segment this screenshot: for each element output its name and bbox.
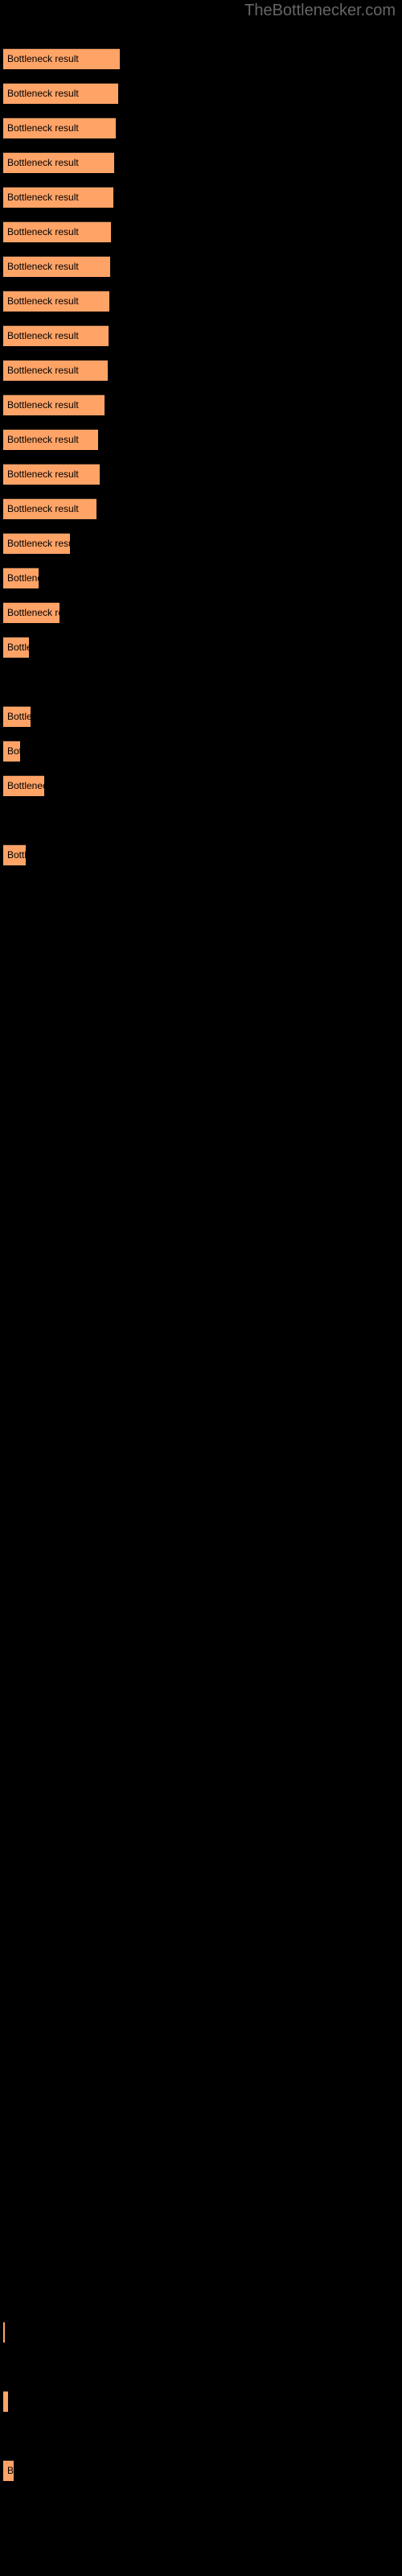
bar-label: Bottleneck result — [7, 642, 29, 653]
bar-segment[interactable]: Bottleneck result — [3, 533, 70, 554]
bar-segment[interactable]: Bottleneck result — [3, 187, 113, 208]
bar-segment[interactable]: Bottleneck result — [3, 775, 44, 796]
bar-label: Bottleneck result — [7, 192, 79, 203]
bar-label: Bottleneck result — [7, 2465, 14, 2476]
bar-label: Bottleneck result — [7, 711, 31, 722]
bar-segment[interactable]: Bottleneck result — [3, 360, 108, 381]
bar-segment[interactable]: Bottleneck result — [3, 498, 96, 519]
bar-segment[interactable]: Bottleneck result — [3, 844, 26, 865]
bar-segment[interactable]: Bottleneck result — [3, 394, 105, 415]
bar-label: Bottleneck result — [7, 157, 79, 168]
bar-segment[interactable]: Bottleneck result — [3, 152, 114, 173]
bar-segment[interactable]: Bottleneck result — [3, 568, 39, 588]
bar-segment[interactable]: Bottleneck result — [3, 83, 118, 104]
bar-label: Bottleneck result — [7, 607, 59, 618]
bottleneck-bar-chart: TheBottlenecker.com Bottleneck result Bot… — [0, 0, 402, 2576]
bar-segment[interactable]: Bottleneck result — [3, 706, 31, 727]
bar-label: Bottleneck result — [7, 295, 79, 307]
bar-segment[interactable]: Bottleneck result — [3, 256, 110, 277]
bar-label: Bottleneck result — [7, 365, 79, 376]
bar-label: Bottleneck result — [7, 2395, 8, 2409]
bar-label: Bottleneck result — [7, 399, 79, 411]
bar-label: Bottleneck result — [7, 780, 44, 791]
site-watermark: TheBottlenecker.com — [244, 2, 396, 19]
bar-segment[interactable]: Bottleneck result — [3, 464, 100, 485]
bar-segment[interactable]: Bottleneck result — [3, 221, 111, 242]
bar-label: Bottleneck result — [7, 745, 20, 757]
bar-label: Bottleneck result — [7, 849, 26, 861]
bar-label: Bottleneck result — [7, 434, 79, 445]
bar-segment[interactable]: Bottleneck result — [3, 741, 20, 762]
bar-segment[interactable]: Bottleneck result — [3, 2322, 5, 2343]
bar-label: Bottleneck result — [7, 226, 79, 237]
bar-segment[interactable]: Bottleneck result — [3, 48, 120, 69]
bar-segment[interactable]: Bottleneck result — [3, 118, 116, 138]
bar-label: Bottleneck result — [7, 503, 79, 514]
bar-segment[interactable]: Bottleneck result — [3, 291, 109, 312]
bar-label: Bottleneck result — [7, 469, 79, 480]
bar-label: Bottleneck result — [7, 53, 79, 64]
bar-segment[interactable]: Bottleneck result — [3, 2391, 8, 2412]
bar-label: Bottleneck result — [7, 88, 79, 99]
bar-segment[interactable]: Bottleneck result — [3, 602, 59, 623]
bar-label: Bottleneck result — [7, 538, 70, 549]
bar-label: Bottleneck result — [7, 572, 39, 584]
bar-segment[interactable]: Bottleneck result — [3, 429, 98, 450]
bar-label: Bottleneck result — [7, 122, 79, 134]
bar-segment[interactable]: Bottleneck result — [3, 637, 29, 658]
bar-segment[interactable]: Bottleneck result — [3, 2460, 14, 2481]
bar-segment[interactable]: Bottleneck result — [3, 325, 109, 346]
bar-label: Bottleneck result — [7, 261, 79, 272]
bar-label: Bottleneck result — [7, 330, 79, 341]
